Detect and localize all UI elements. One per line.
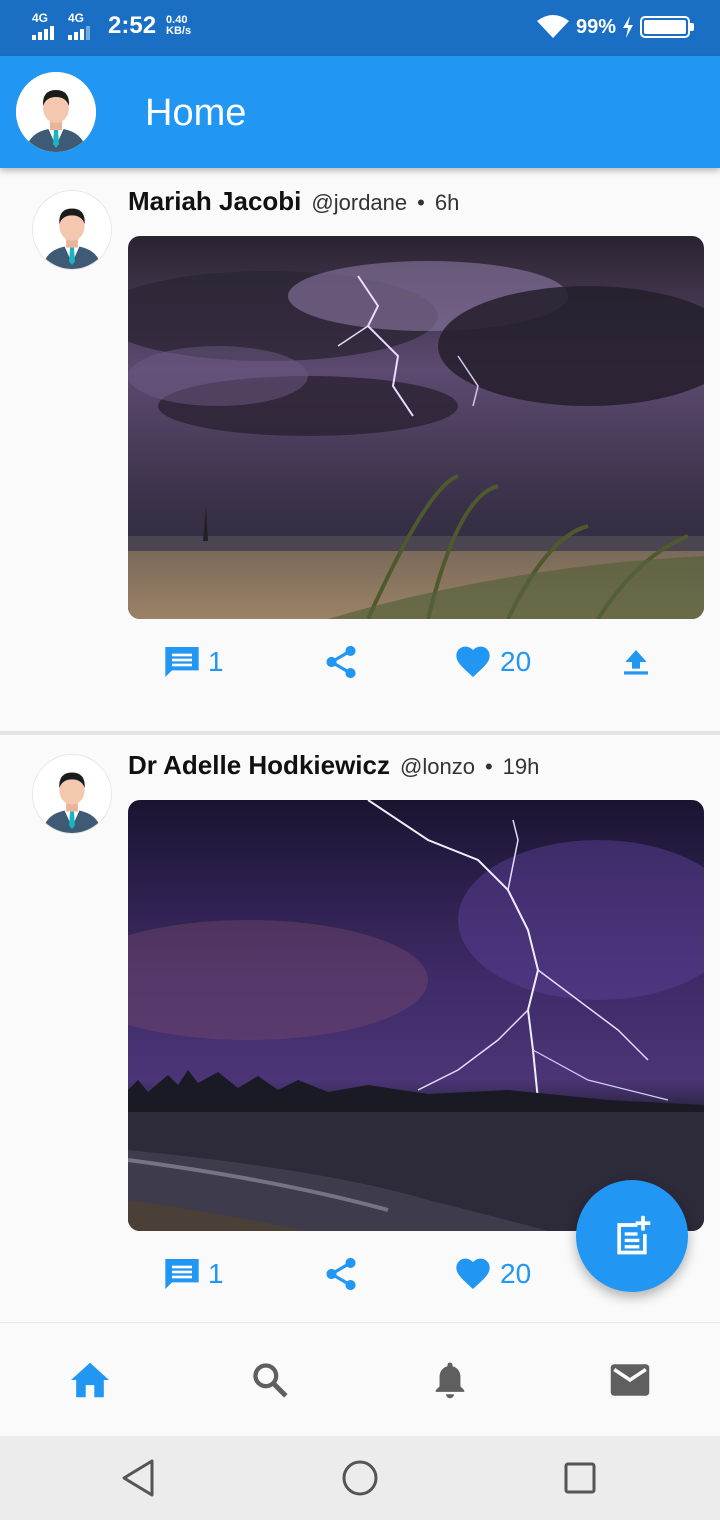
comment-icon — [165, 1259, 199, 1289]
home-circle-icon — [342, 1460, 378, 1496]
post-image[interactable] — [128, 800, 704, 1231]
battery-fill — [644, 20, 686, 34]
post-time: 6h — [434, 190, 460, 215]
home-icon — [71, 1362, 109, 1398]
post-card: Mariah Jacobi @jordane • 6h 1 20 — [0, 168, 720, 734]
home-system-button[interactable] — [340, 1458, 380, 1498]
signal-icon: 4G — [68, 12, 98, 40]
share-icon — [326, 1257, 356, 1291]
post-header: Mariah Jacobi @jordane • 6h — [128, 186, 459, 217]
comment-icon — [165, 647, 199, 677]
author-name[interactable]: Mariah Jacobi — [128, 186, 301, 217]
mail-icon — [610, 1364, 650, 1396]
back-icon — [122, 1459, 154, 1497]
battery-icon — [640, 16, 694, 38]
app-bar: Home — [0, 56, 720, 168]
nav-home[interactable] — [0, 1323, 180, 1437]
upload-button[interactable] — [620, 634, 652, 690]
author-avatar-icon[interactable] — [32, 190, 112, 270]
bell-icon — [435, 1362, 465, 1399]
bottom-navigation — [0, 1322, 720, 1436]
share-button[interactable] — [322, 634, 360, 690]
share-icon — [326, 645, 356, 679]
nav-search[interactable] — [180, 1323, 360, 1437]
separator: • — [484, 754, 493, 779]
comment-count: 1 — [208, 1258, 224, 1289]
wifi-icon — [536, 15, 569, 38]
recents-button[interactable] — [560, 1458, 600, 1498]
author-name[interactable]: Dr Adelle Hodkiewicz — [128, 750, 390, 781]
comment-button[interactable]: 1 — [162, 634, 224, 690]
new-post-button[interactable] — [576, 1180, 688, 1292]
clock: 2:52 — [108, 12, 157, 39]
battery-percent: 99% — [575, 15, 616, 38]
comment-count: 1 — [208, 646, 224, 677]
network-type-2: 4G — [68, 11, 85, 25]
network-speed: 0.40 KB/s — [166, 15, 191, 37]
share-button[interactable] — [322, 1246, 360, 1302]
upload-icon — [624, 650, 648, 675]
profile-avatar-icon[interactable] — [16, 72, 96, 152]
network-type-1: 4G — [32, 11, 49, 25]
new-post-icon — [617, 1215, 651, 1255]
signal-icon: 4G — [32, 12, 62, 40]
search-icon — [253, 1363, 288, 1398]
author-handle[interactable]: @jordane — [311, 190, 407, 216]
status-bar: 4G 4G 2:52 0.40 KB/s 99% — [0, 0, 720, 56]
like-count: 20 — [500, 1258, 532, 1289]
post-time: 19h — [502, 754, 540, 779]
separator: • — [417, 190, 425, 215]
author-handle[interactable]: @lonzo — [400, 754, 475, 780]
like-button[interactable]: 20 — [452, 634, 531, 690]
page-title: Home — [145, 92, 247, 134]
comment-button[interactable]: 1 — [162, 1246, 224, 1302]
heart-icon — [456, 1258, 490, 1289]
recents-icon — [564, 1462, 596, 1494]
like-button[interactable]: 20 — [452, 1246, 531, 1302]
like-count: 20 — [500, 646, 532, 677]
post-header: Dr Adelle Hodkiewicz @lonzo • 19h — [128, 750, 539, 781]
heart-icon — [456, 646, 490, 677]
nav-messages[interactable] — [540, 1323, 720, 1437]
system-navigation — [0, 1436, 720, 1520]
author-avatar-icon[interactable] — [32, 754, 112, 834]
status-right: 99% — [536, 14, 694, 40]
post-actions: 1 20 — [128, 634, 704, 690]
nav-notifications[interactable] — [360, 1323, 540, 1437]
charging-icon — [623, 16, 633, 38]
status-left: 4G 4G 2:52 0.40 KB/s — [32, 12, 191, 40]
post-image[interactable] — [128, 236, 704, 619]
speed-unit: KB/s — [166, 25, 192, 37]
back-button[interactable] — [118, 1458, 158, 1498]
